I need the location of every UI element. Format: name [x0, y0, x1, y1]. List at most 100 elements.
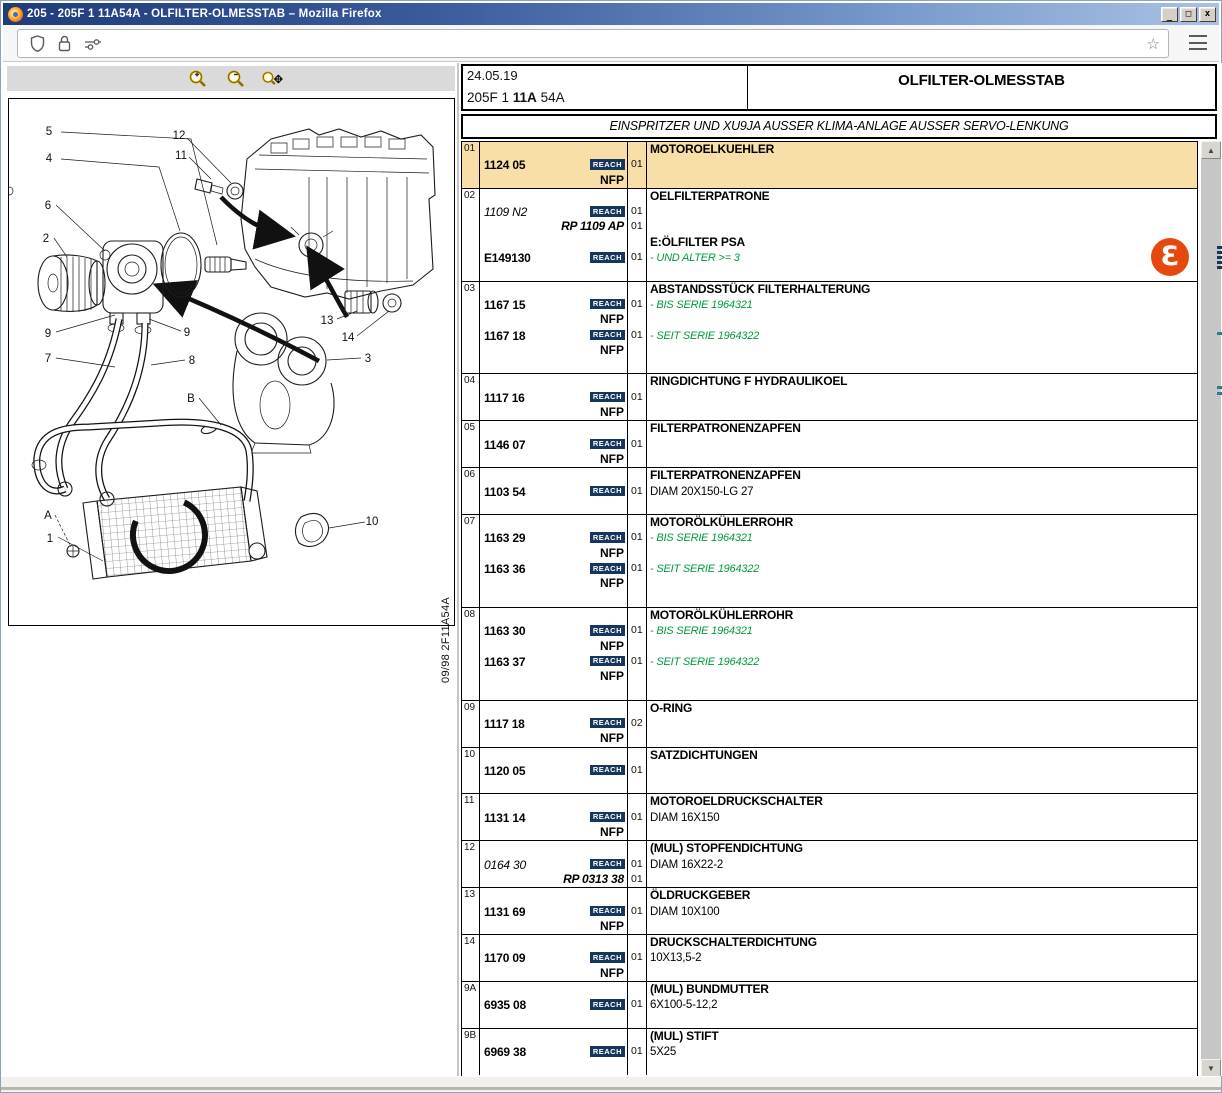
part-number[interactable]: 1124 05 — [484, 158, 525, 172]
part-number[interactable]: 1163 30 — [484, 624, 525, 638]
reach-badge[interactable]: REACH — [590, 532, 625, 543]
maximize-button[interactable]: □ — [1180, 7, 1197, 22]
table-row: 041117 16REACHNFP01RINGDICHTUNG F HYDRAU… — [462, 374, 1197, 421]
reach-badge[interactable]: REACH — [590, 1046, 625, 1057]
row-ref: 10 — [462, 748, 480, 794]
reach-badge[interactable]: REACH — [590, 999, 625, 1010]
description-column: ABSTANDSSTÜCK FILTERHALTERUNG- BIS SERIE… — [647, 282, 1197, 374]
reach-badge[interactable]: REACH — [590, 299, 625, 310]
reach-badge[interactable]: REACH — [590, 859, 625, 870]
part-number[interactable]: 1170 09 — [484, 951, 525, 965]
part-number[interactable]: 6935 08 — [484, 998, 526, 1012]
part-number[interactable]: 1117 18 — [484, 717, 525, 731]
url-bar[interactable]: ☆ — [17, 29, 1169, 58]
quantity: 01 — [628, 157, 646, 172]
part-number[interactable]: 1167 15 — [484, 298, 525, 312]
callout-label: 13 — [321, 315, 334, 327]
quantity: 01 — [628, 997, 646, 1012]
brand-logo: Ɛ — [1151, 238, 1189, 276]
row-ref: 9A — [462, 982, 480, 1028]
part-number[interactable]: 1146 07 — [484, 438, 525, 452]
part-number[interactable]: 1131 69 — [484, 905, 525, 919]
reach-badge[interactable]: REACH — [590, 906, 625, 917]
reach-badge[interactable]: REACH — [590, 765, 625, 776]
description-text: 6X100-5-12,2 — [650, 999, 717, 1011]
part-number[interactable]: 6969 38 — [484, 1045, 526, 1059]
reach-badge[interactable]: REACH — [590, 330, 625, 341]
callout-label: 9 — [45, 328, 51, 340]
reach-badge[interactable]: REACH — [590, 206, 625, 217]
part-number-column: 6935 08 REACH — [480, 982, 628, 1028]
part-number[interactable]: 1109 N2 — [484, 205, 527, 219]
description-column: SATZDICHTUNGEN — [647, 748, 1197, 794]
part-number[interactable]: 1117 16 — [484, 391, 525, 405]
part-number[interactable]: 1167 18 — [484, 329, 525, 343]
variant-text: EINSPRITZER UND XU9JA AUSSER KLIMA-ANLAG… — [609, 119, 1068, 133]
description-column: RINGDICHTUNG F HYDRAULIKOEL — [647, 374, 1197, 420]
table-row: 091117 18REACHNFP02O-RING — [462, 701, 1197, 748]
scroll-down-arrow[interactable]: ▼ — [1201, 1059, 1221, 1077]
callout-label: 1 — [47, 533, 53, 545]
title-bar: 205 - 205F 1 11A54A - OLFILTER-OLMESSTAB… — [3, 3, 1219, 25]
row-ref: 07 — [462, 515, 480, 607]
qty-column: 010101 — [628, 189, 647, 281]
part-number[interactable]: 1120 05 — [484, 764, 525, 778]
zoom-pan-button[interactable] — [261, 68, 287, 89]
description-text: RINGDICHTUNG F HYDRAULIKOEL — [650, 374, 847, 388]
description-text: MOTORÖLKÜHLERROHR — [650, 608, 793, 622]
part-number[interactable]: 1163 29 — [484, 531, 525, 545]
scroll-up-arrow[interactable]: ▲ — [1201, 141, 1221, 159]
part-number-column: 1103 54 REACH — [480, 468, 628, 514]
table-row: 031167 15REACHNFP1167 18REACHNFP0101ABST… — [462, 282, 1197, 375]
reach-badge[interactable]: REACH — [590, 625, 625, 636]
row-ref: 02 — [462, 189, 480, 281]
part-number[interactable]: 1163 36 — [484, 562, 525, 576]
permissions-sliders-icon[interactable] — [84, 38, 102, 50]
reach-badge[interactable]: REACH — [590, 486, 625, 497]
quantity: 01 — [628, 530, 646, 545]
bookmark-star-icon[interactable]: ☆ — [1147, 35, 1160, 53]
reach-badge[interactable]: REACH — [590, 439, 625, 450]
description-text: FILTERPATRONENZAPFEN — [650, 421, 801, 435]
part-number[interactable]: 0164 30 — [484, 858, 526, 872]
reach-badge[interactable]: REACH — [590, 392, 625, 403]
reach-badge[interactable]: REACH — [590, 252, 625, 263]
header-ref-cell: 24.05.19 205F 1 11A 54A — [463, 66, 748, 109]
reach-badge[interactable]: REACH — [590, 952, 625, 963]
table-scrollbar[interactable]: ▲ ▼ — [1201, 141, 1221, 1077]
reach-badge[interactable]: REACH — [590, 812, 625, 823]
part-number[interactable]: 1103 54 — [484, 485, 525, 499]
callout-label: 11 — [175, 150, 187, 162]
reach-badge[interactable]: REACH — [590, 159, 625, 170]
zoom-out-button[interactable] — [223, 68, 249, 89]
navigation-toolbar: ☆ — [3, 25, 1219, 62]
minimize-button[interactable]: _ — [1161, 7, 1178, 22]
part-number-column: 1163 29REACHNFP1163 36REACHNFP — [480, 515, 628, 607]
table-row: 9B6969 38REACH01(MUL) STIFT5X25 — [462, 1029, 1197, 1075]
close-button[interactable]: x — [1199, 7, 1216, 22]
nfp-flag: NFP — [484, 312, 627, 327]
table-row: 071163 29REACHNFP1163 36REACHNFP0101MOTO… — [462, 515, 1197, 608]
description-text: ABSTANDSSTÜCK FILTERHALTERUNG — [650, 282, 870, 296]
callout-label: 3 — [365, 353, 371, 365]
part-number[interactable]: E149130 — [484, 251, 531, 265]
lock-icon[interactable] — [58, 35, 71, 52]
browser-window: 205 - 205F 1 11A54A - OLFILTER-OLMESSTAB… — [0, 0, 1222, 1093]
quantity: 01 — [628, 810, 646, 825]
part-number[interactable]: RP 1109 AP — [484, 219, 627, 234]
reach-badge[interactable]: REACH — [590, 656, 625, 667]
table-row: 011124 05REACHNFP01MOTOROELKUEHLER — [462, 142, 1197, 189]
reach-badge[interactable]: REACH — [590, 563, 625, 574]
part-number[interactable]: RP 0313 38 — [484, 872, 627, 887]
part-number[interactable]: 1131 14 — [484, 811, 525, 825]
description-text: DIAM 16X150 — [650, 812, 719, 824]
nfp-flag: NFP — [484, 343, 627, 358]
menu-hamburger-icon[interactable] — [1189, 35, 1207, 50]
shield-icon[interactable] — [30, 35, 45, 52]
variant-banner: EINSPRITZER UND XU9JA AUSSER KLIMA-ANLAG… — [461, 114, 1217, 139]
part-number[interactable]: 1163 37 — [484, 655, 525, 669]
zoom-in-button[interactable] — [185, 68, 211, 89]
part-number-column: 1131 14REACHNFP — [480, 794, 628, 840]
description-text: - SEIT SERIE 1964322 — [650, 563, 759, 575]
reach-badge[interactable]: REACH — [590, 718, 625, 729]
